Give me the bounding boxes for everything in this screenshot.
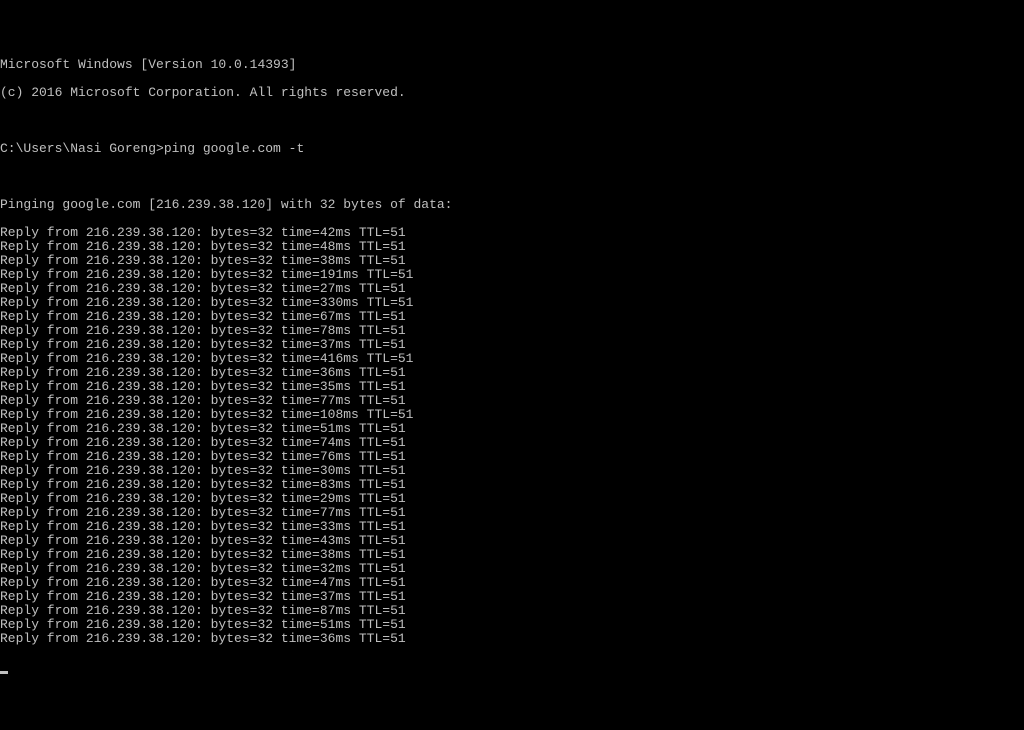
- prompt-command: ping google.com -t: [164, 141, 304, 156]
- ping-reply-line: Reply from 216.239.38.120: bytes=32 time…: [0, 590, 1024, 604]
- prompt-line[interactable]: C:\Users\Nasi Goreng>ping google.com -t: [0, 142, 1024, 156]
- ping-reply-line: Reply from 216.239.38.120: bytes=32 time…: [0, 338, 1024, 352]
- os-version-line: Microsoft Windows [Version 10.0.14393]: [0, 58, 1024, 72]
- cursor-icon: [0, 671, 8, 674]
- ping-reply-line: Reply from 216.239.38.120: bytes=32 time…: [0, 520, 1024, 534]
- copyright-line: (c) 2016 Microsoft Corporation. All righ…: [0, 86, 1024, 100]
- ping-reply-line: Reply from 216.239.38.120: bytes=32 time…: [0, 394, 1024, 408]
- ping-reply-line: Reply from 216.239.38.120: bytes=32 time…: [0, 408, 1024, 422]
- ping-reply-line: Reply from 216.239.38.120: bytes=32 time…: [0, 450, 1024, 464]
- ping-reply-line: Reply from 216.239.38.120: bytes=32 time…: [0, 268, 1024, 282]
- ping-reply-line: Reply from 216.239.38.120: bytes=32 time…: [0, 604, 1024, 618]
- ping-reply-line: Reply from 216.239.38.120: bytes=32 time…: [0, 618, 1024, 632]
- ping-reply-list: Reply from 216.239.38.120: bytes=32 time…: [0, 226, 1024, 646]
- ping-reply-line: Reply from 216.239.38.120: bytes=32 time…: [0, 576, 1024, 590]
- ping-reply-line: Reply from 216.239.38.120: bytes=32 time…: [0, 506, 1024, 520]
- ping-reply-line: Reply from 216.239.38.120: bytes=32 time…: [0, 492, 1024, 506]
- ping-reply-line: Reply from 216.239.38.120: bytes=32 time…: [0, 226, 1024, 240]
- ping-reply-line: Reply from 216.239.38.120: bytes=32 time…: [0, 282, 1024, 296]
- ping-reply-line: Reply from 216.239.38.120: bytes=32 time…: [0, 380, 1024, 394]
- ping-reply-line: Reply from 216.239.38.120: bytes=32 time…: [0, 548, 1024, 562]
- ping-reply-line: Reply from 216.239.38.120: bytes=32 time…: [0, 436, 1024, 450]
- ping-reply-line: Reply from 216.239.38.120: bytes=32 time…: [0, 240, 1024, 254]
- ping-reply-line: Reply from 216.239.38.120: bytes=32 time…: [0, 310, 1024, 324]
- ping-reply-line: Reply from 216.239.38.120: bytes=32 time…: [0, 534, 1024, 548]
- blank-line: [0, 114, 1024, 128]
- ping-reply-line: Reply from 216.239.38.120: bytes=32 time…: [0, 324, 1024, 338]
- ping-header: Pinging google.com [216.239.38.120] with…: [0, 198, 1024, 212]
- ping-reply-line: Reply from 216.239.38.120: bytes=32 time…: [0, 352, 1024, 366]
- ping-reply-line: Reply from 216.239.38.120: bytes=32 time…: [0, 296, 1024, 310]
- ping-reply-line: Reply from 216.239.38.120: bytes=32 time…: [0, 366, 1024, 380]
- ping-reply-line: Reply from 216.239.38.120: bytes=32 time…: [0, 254, 1024, 268]
- ping-reply-line: Reply from 216.239.38.120: bytes=32 time…: [0, 422, 1024, 436]
- ping-reply-line: Reply from 216.239.38.120: bytes=32 time…: [0, 632, 1024, 646]
- ping-reply-line: Reply from 216.239.38.120: bytes=32 time…: [0, 478, 1024, 492]
- ping-reply-line: Reply from 216.239.38.120: bytes=32 time…: [0, 562, 1024, 576]
- ping-reply-line: Reply from 216.239.38.120: bytes=32 time…: [0, 464, 1024, 478]
- blank-line: [0, 170, 1024, 184]
- prompt-path: C:\Users\Nasi Goreng>: [0, 141, 164, 156]
